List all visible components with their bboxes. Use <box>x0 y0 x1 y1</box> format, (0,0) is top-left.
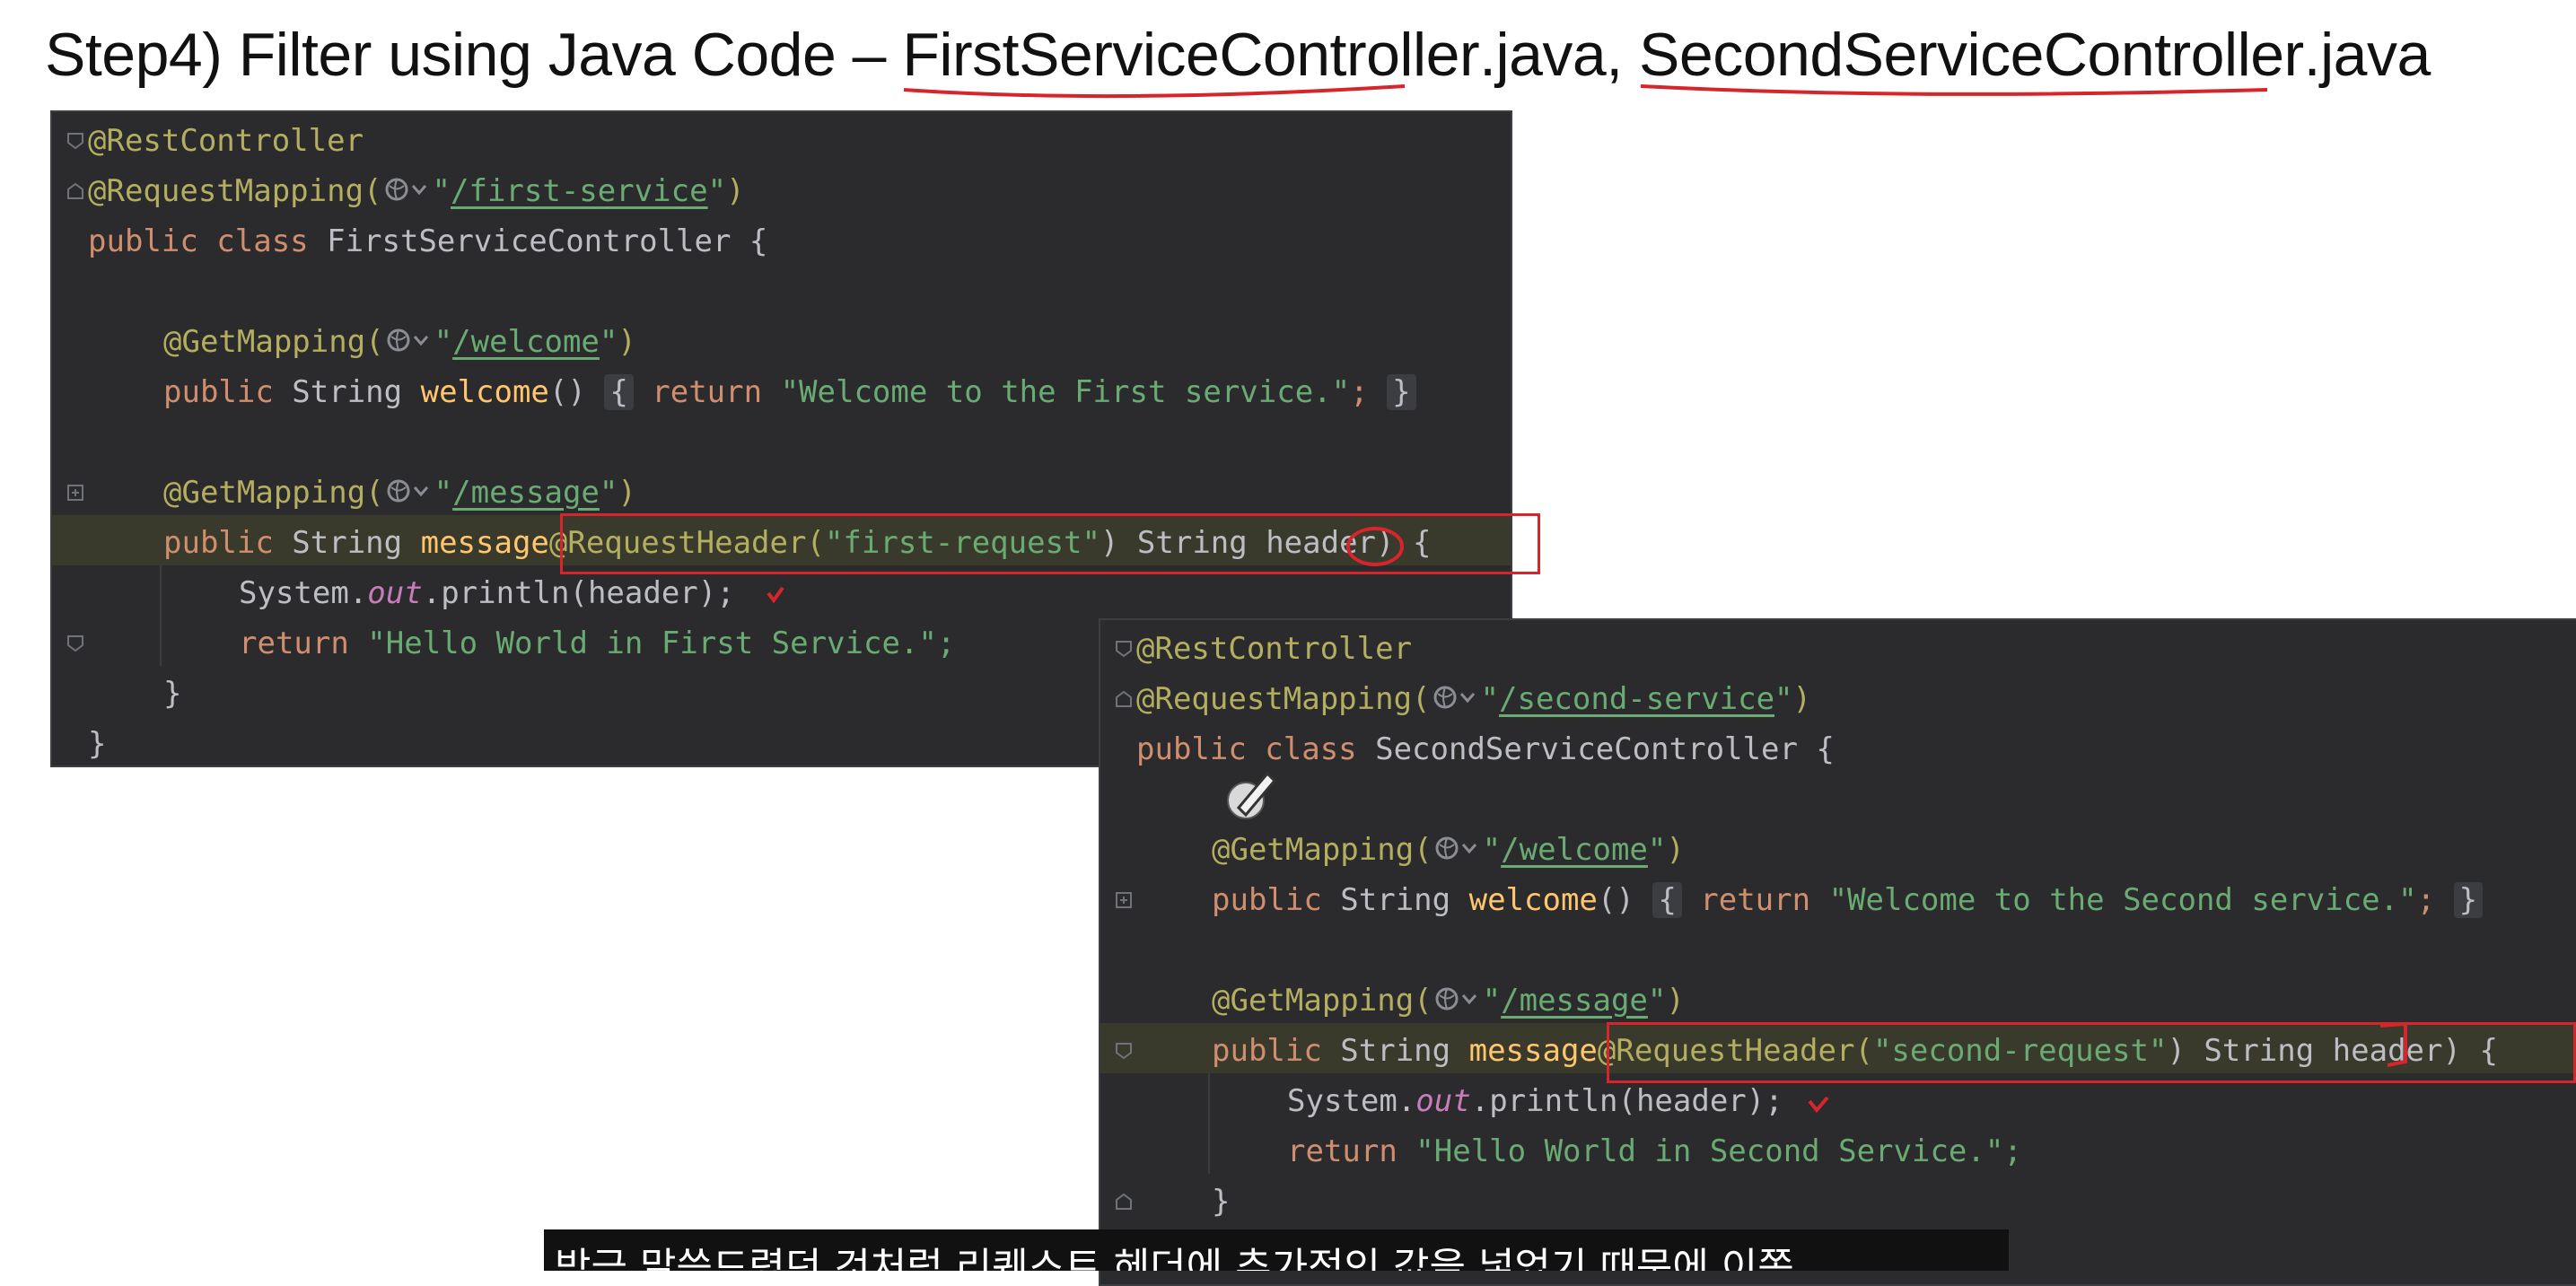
code-line: @GetMapping("/message") <box>1212 975 1685 1026</box>
fold-icon[interactable] <box>1115 640 1133 658</box>
red-check-mark <box>1808 1096 1829 1114</box>
code-line: public String welcome() { return "Welcom… <box>1212 875 2484 925</box>
globe-icon[interactable] <box>1433 676 1479 726</box>
red-check-mark <box>767 586 784 604</box>
code-line: @RequestMapping("/first-service") <box>88 166 745 216</box>
code-line: @GetMapping("/welcome") <box>163 317 636 367</box>
expand-icon[interactable] <box>66 484 84 502</box>
first-header-highlight-box <box>560 513 1540 574</box>
mapping-path-link[interactable]: /second-service <box>1499 681 1774 717</box>
code-line: @RequestMapping("/second-service") <box>1136 674 1811 724</box>
welcome-path-link[interactable]: /welcome <box>1501 832 1648 868</box>
code-line: public class FirstServiceController { <box>88 223 768 259</box>
code-line: @RestController <box>88 123 364 159</box>
title-file1-ext: .java, <box>1479 21 1640 89</box>
red-underline-2 <box>1640 84 2268 96</box>
caption-text: 방금 말씀드렸던 것처럼 리퀘스트 헤더에 추가적인 값을 넣었기 때문에 이쪽 <box>555 1245 1794 1271</box>
video-caption: 방금 말씀드렸던 것처럼 리퀘스트 헤더에 추가적인 값을 넣었기 때문에 이쪽 <box>544 1229 2009 1271</box>
indent-guide <box>160 565 162 666</box>
code-line: } <box>1212 1184 1231 1220</box>
second-service-editor[interactable]: @RestController @RequestMapping("/second… <box>1099 618 2576 1286</box>
title-file2-name: SecondServiceController <box>1639 20 2304 96</box>
code-line: public String welcome() { return "Welcom… <box>163 367 1416 417</box>
globe-icon[interactable] <box>1434 827 1481 877</box>
code-line: @GetMapping("/message") <box>163 468 636 518</box>
code-line: return "Hello World in Second Service."; <box>1287 1133 2022 1169</box>
fold-icon[interactable] <box>66 634 84 652</box>
globe-icon[interactable] <box>386 319 433 369</box>
globe-icon[interactable] <box>384 168 431 218</box>
red-underline-1 <box>904 84 1406 98</box>
code-line: System.out.println(header); <box>1287 1083 1783 1119</box>
code-line: @RestController <box>1136 631 1413 667</box>
expand-icon[interactable] <box>1115 891 1133 909</box>
pen-cursor-icon <box>1227 771 1277 819</box>
code-line: } <box>163 676 182 712</box>
welcome-path-link[interactable]: /welcome <box>452 324 600 360</box>
title-file1-name: FirstServiceController <box>902 20 1480 98</box>
fold-end-icon[interactable] <box>1115 1193 1133 1211</box>
title-prefix: Step4) Filter using Java Code – <box>45 21 903 89</box>
message-path-link[interactable]: /message <box>452 475 600 511</box>
fold-icon[interactable] <box>66 132 84 150</box>
code-line: return "Hello World in First Service."; <box>239 626 956 661</box>
code-line: @GetMapping("/welcome") <box>1212 825 1685 875</box>
title-file2-ext: .java <box>2303 21 2431 89</box>
code-line: System.out.println(header); <box>239 575 735 611</box>
globe-icon[interactable] <box>386 469 433 520</box>
slide-title: Step4) Filter using Java Code – FirstSer… <box>45 20 2431 98</box>
indent-guide <box>1208 1073 1210 1174</box>
fold-icon[interactable] <box>1115 1042 1133 1060</box>
second-header-highlight-box <box>1607 1022 2576 1083</box>
globe-icon[interactable] <box>1434 977 1481 1028</box>
message-path-link[interactable]: /message <box>1501 983 1648 1019</box>
code-line: } <box>88 726 107 762</box>
fold-icon[interactable] <box>66 182 84 200</box>
mapping-path-link[interactable]: /first-service <box>451 173 708 209</box>
fold-icon[interactable] <box>1115 690 1133 708</box>
